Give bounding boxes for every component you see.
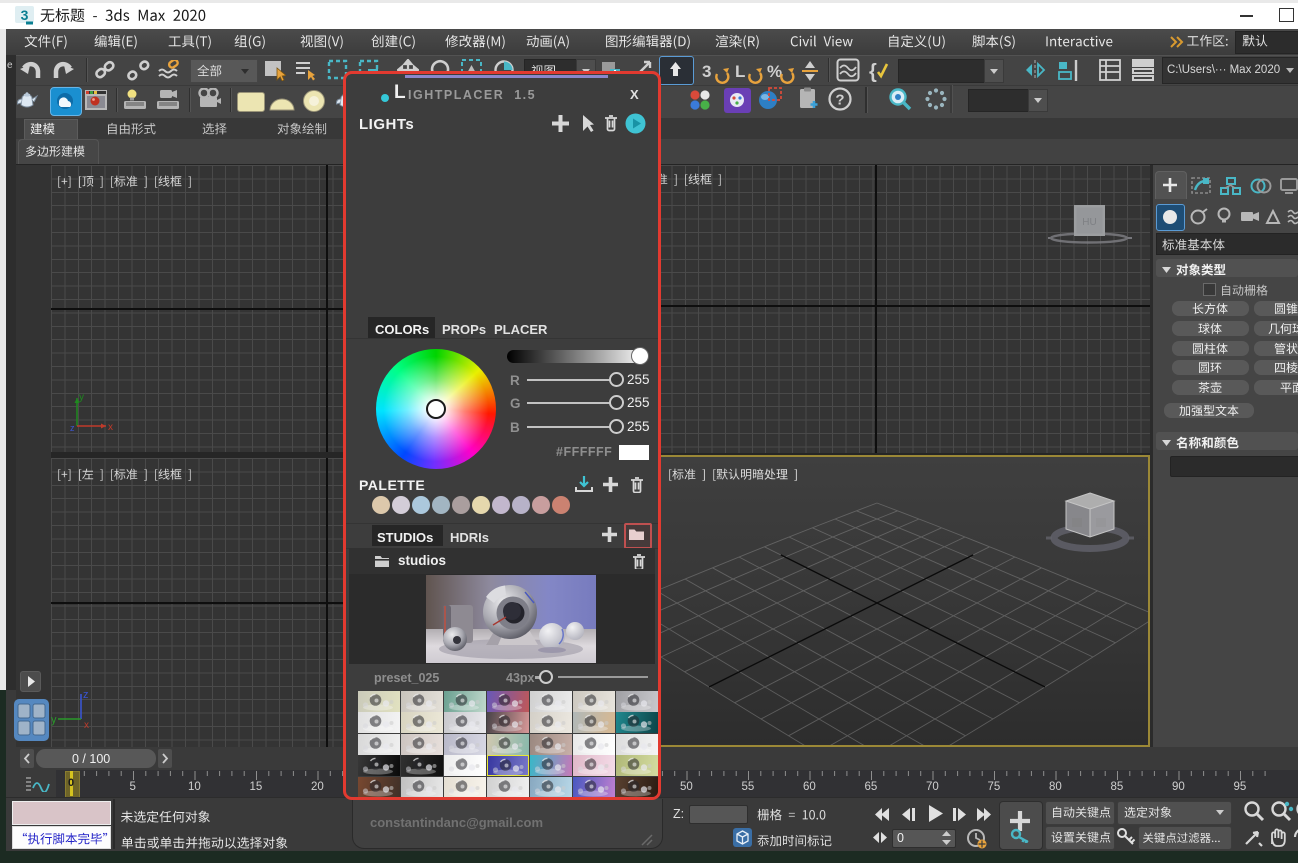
svg-text:y: y: [79, 392, 84, 403]
svg-text:{: {: [869, 61, 877, 83]
svg-text:z: z: [83, 689, 89, 701]
svg-text:z: z: [70, 423, 75, 432]
svg-text:HU: HU: [1082, 217, 1096, 228]
svg-text:L: L: [735, 62, 745, 81]
svg-text:3: 3: [21, 7, 29, 23]
svg-text:3: 3: [702, 62, 711, 81]
svg-text:x: x: [84, 720, 89, 731]
svg-text:y: y: [51, 714, 57, 726]
svg-text:x: x: [108, 422, 113, 432]
svg-text:?: ?: [835, 92, 844, 109]
svg-text:%: %: [767, 62, 782, 81]
